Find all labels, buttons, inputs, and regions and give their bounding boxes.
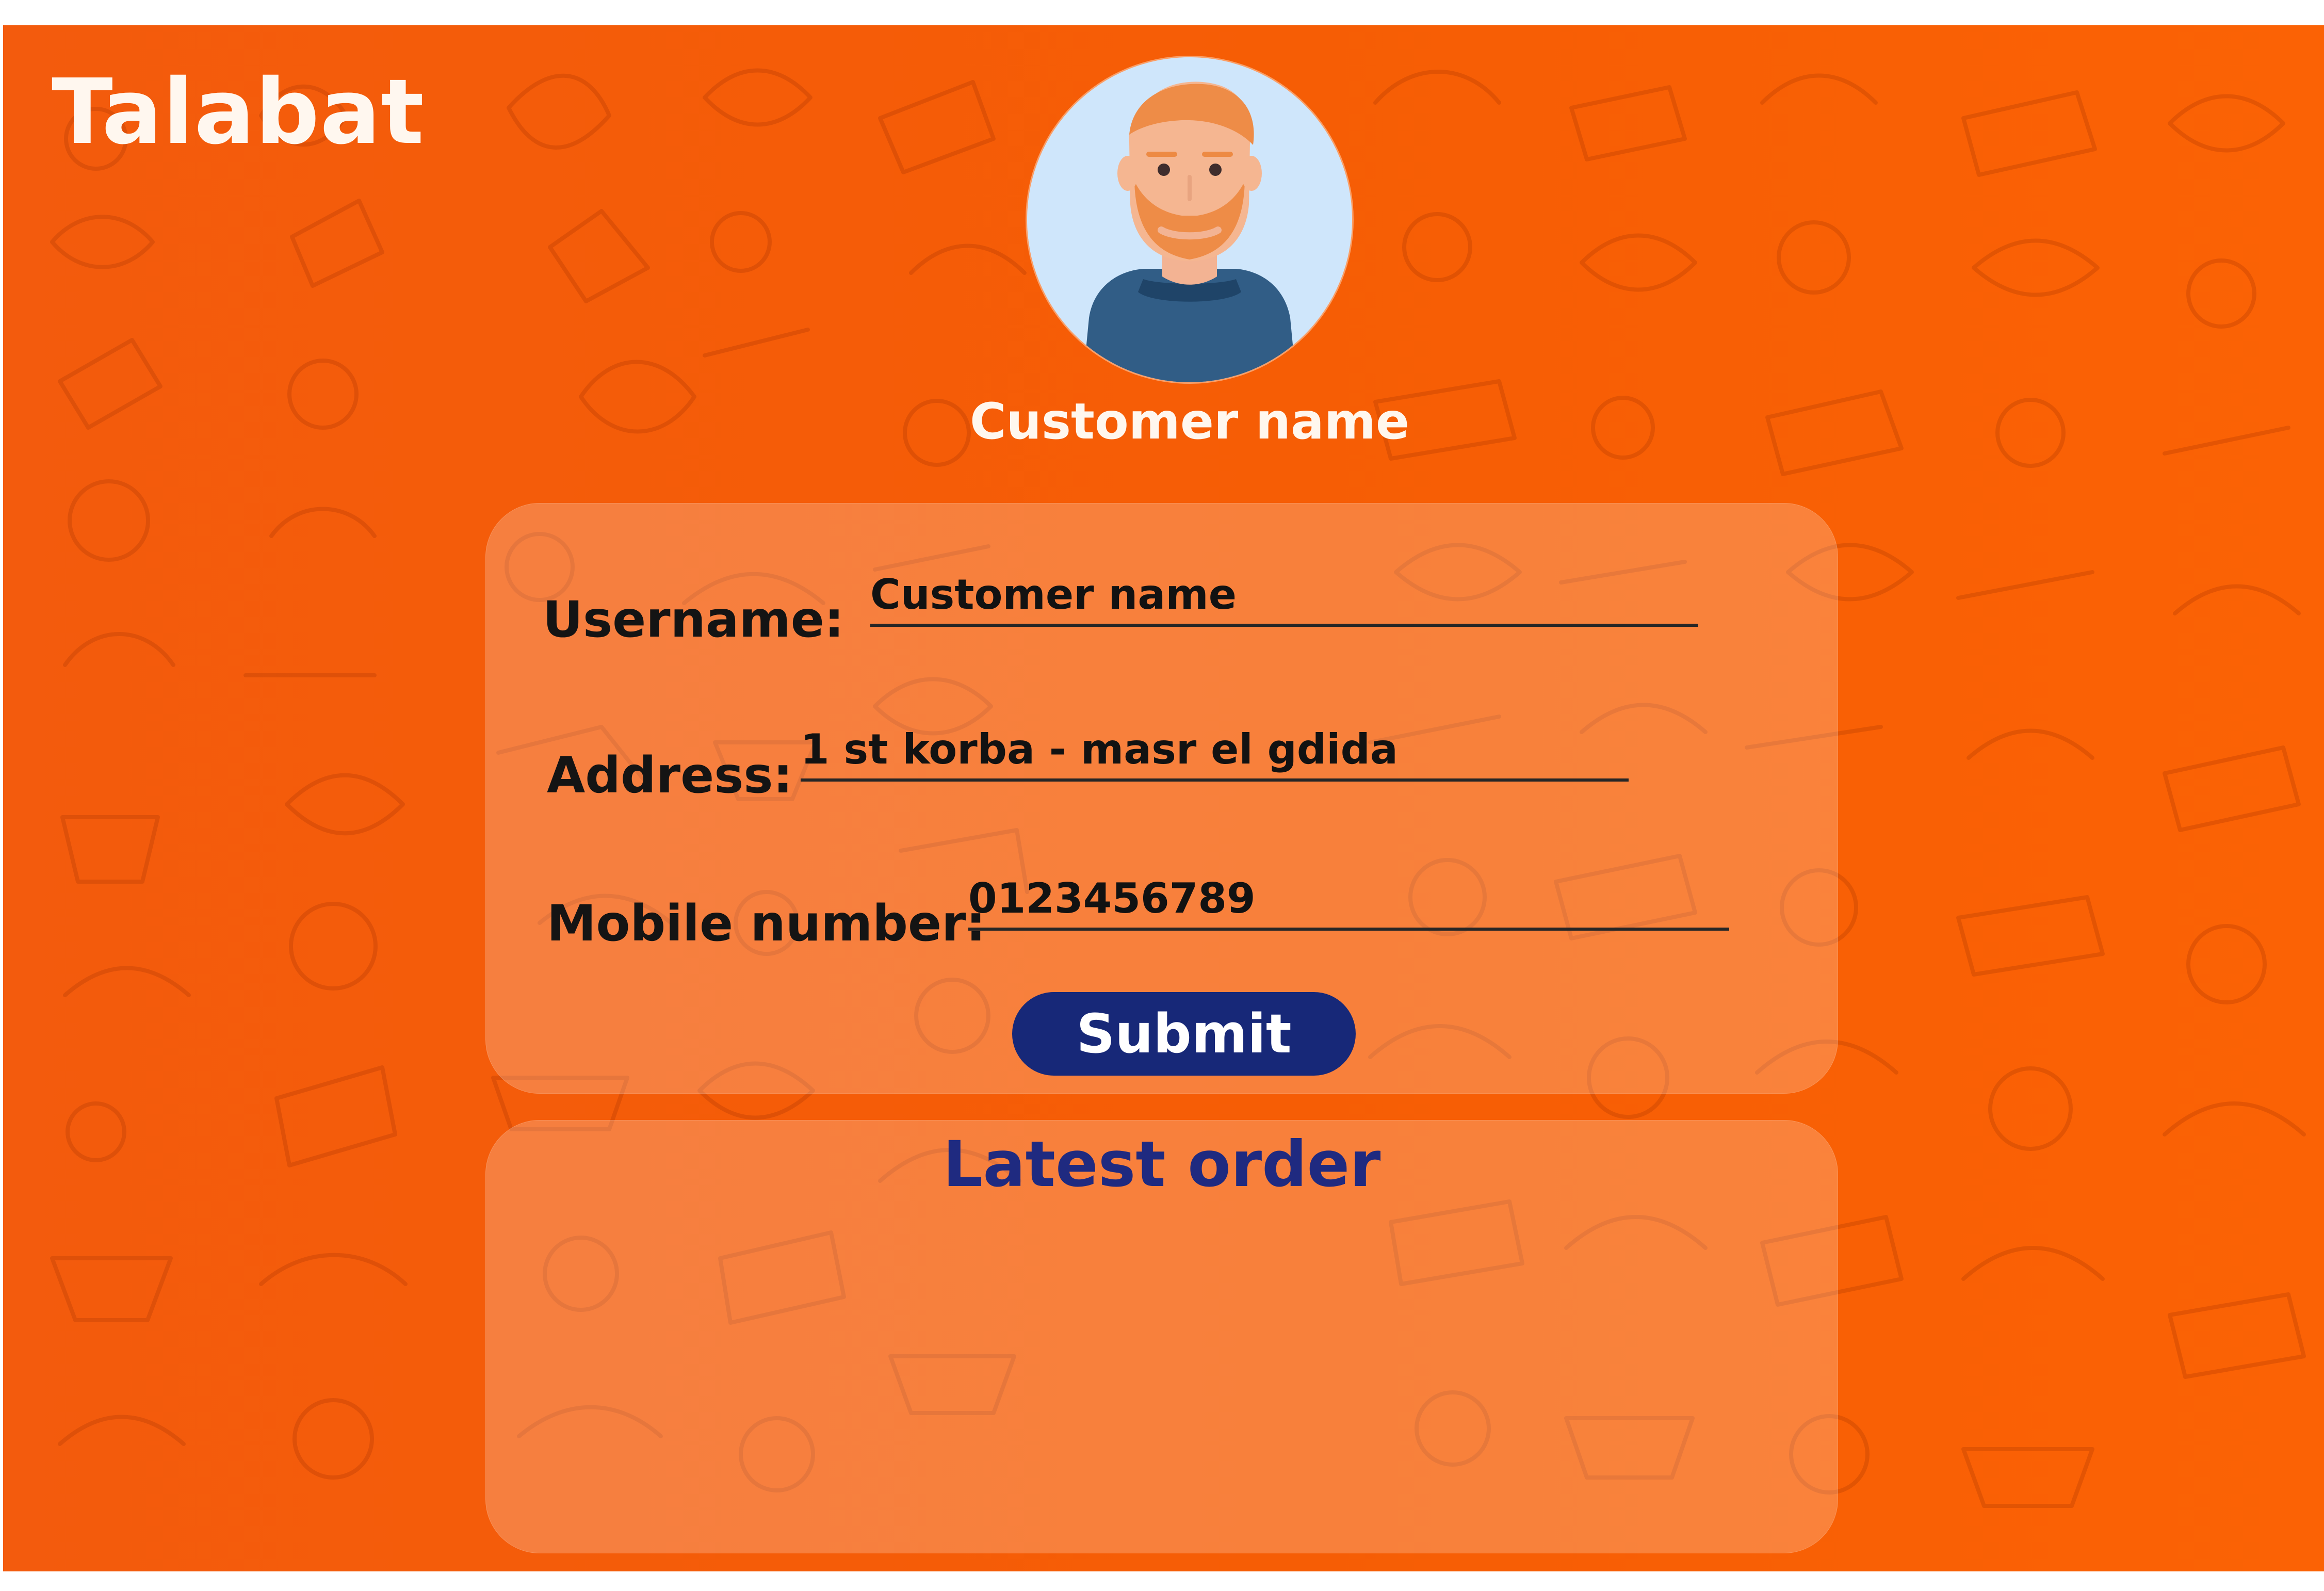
mobile-number-label: Mobile number: bbox=[547, 895, 986, 952]
profile-screen: Talabat Customer name Username: Customer… bbox=[3, 25, 2324, 1571]
brand-title: Talabat bbox=[52, 60, 425, 165]
latest-order-content bbox=[527, 1229, 1796, 1522]
customer-name-title: Customer name bbox=[970, 393, 1409, 450]
submit-button[interactable]: Submit bbox=[1012, 992, 1356, 1076]
latest-order-panel: Latest order bbox=[485, 1120, 1838, 1553]
page-canvas: Talabat Customer name Username: Customer… bbox=[0, 0, 2324, 1591]
mobile-number-input[interactable] bbox=[968, 873, 1729, 931]
profile-form-panel: Username: Address: Mobile number: Submit bbox=[485, 503, 1838, 1094]
address-input[interactable] bbox=[801, 724, 1629, 782]
username-input[interactable] bbox=[870, 569, 1698, 627]
username-label: Username: bbox=[543, 591, 844, 648]
customer-avatar bbox=[1027, 57, 1352, 382]
latest-order-title: Latest order bbox=[942, 1128, 1381, 1201]
address-label: Address: bbox=[547, 746, 793, 804]
user-avatar-icon bbox=[1027, 57, 1352, 382]
